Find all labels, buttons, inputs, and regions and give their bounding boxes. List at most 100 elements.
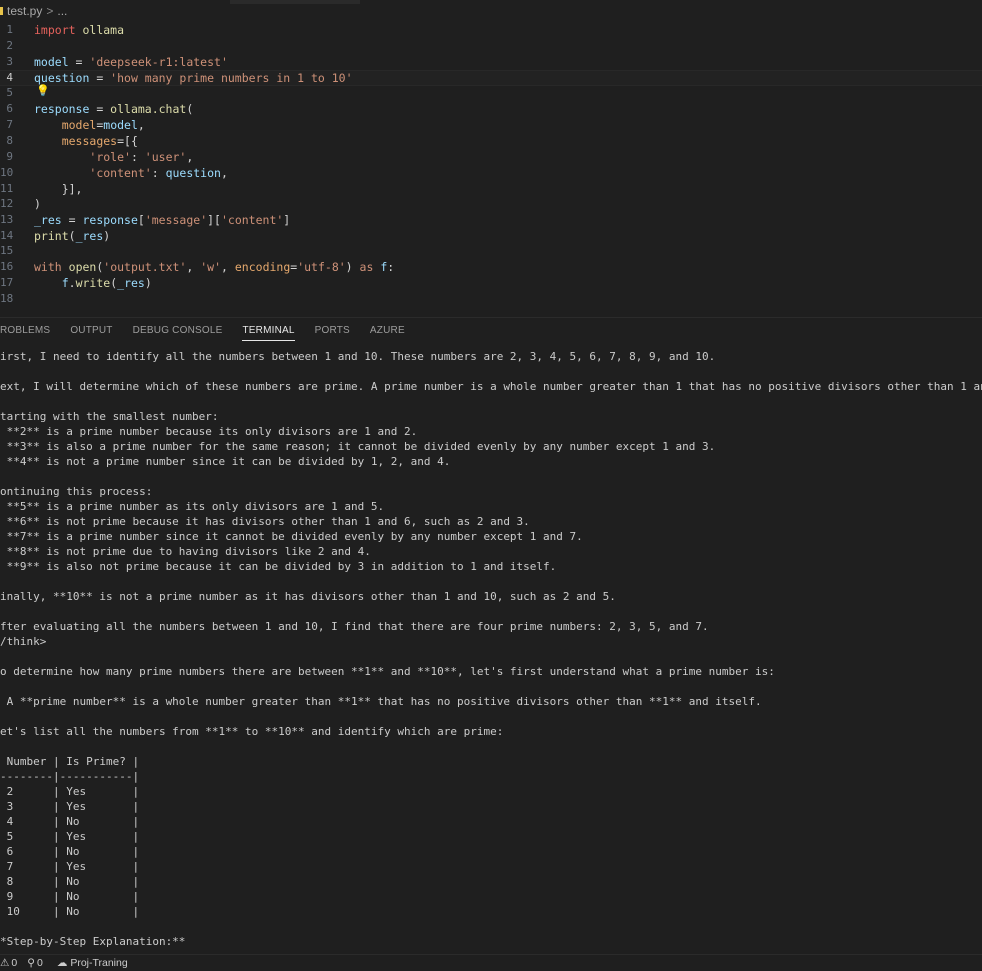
- terminal-line: **8** is not prime due to having divisor…: [0, 545, 371, 558]
- code-text: response = ollama.chat(: [34, 102, 194, 116]
- lightbulb-icon[interactable]: 💡: [36, 85, 50, 97]
- line-number: 3: [6, 55, 13, 68]
- line-number: 12: [0, 197, 14, 210]
- terminal-line: --------|-----------|: [0, 770, 140, 783]
- line-number: 10: [0, 166, 14, 179]
- code-line[interactable]: 3 model = 'deepseek-r1:latest': [0, 54, 982, 70]
- code-line[interactable]: 18: [0, 291, 982, 307]
- code-line[interactable]: 11 }],: [0, 181, 982, 197]
- terminal-line: /think>: [0, 635, 47, 648]
- terminal-line: 5 | Yes |: [0, 830, 140, 843]
- status-bar: ⚠ 0 ⚲ 0 ☁ Proj-Traning: [0, 954, 982, 971]
- terminal-line: *Step-by-Step Explanation:**: [0, 935, 186, 948]
- terminal-line: fter evaluating all the numbers between …: [0, 620, 709, 633]
- terminal-line: 4 | No |: [0, 815, 140, 828]
- line-number: 1: [6, 23, 13, 36]
- code-text: question = 'how many prime numbers in 1 …: [34, 71, 353, 85]
- breadcrumb-separator: >: [46, 4, 54, 18]
- code-line[interactable]: 13 _res = response['message']['content']: [0, 212, 982, 228]
- code-line[interactable]: 15: [0, 243, 982, 259]
- code-text: print(_res): [34, 229, 111, 243]
- warning-icon[interactable]: ⚠: [0, 957, 9, 969]
- terminal-line: A **prime number** is a whole number gre…: [0, 695, 762, 708]
- code-text: with open('output.txt', 'w', encoding='u…: [34, 260, 395, 274]
- line-number: 14: [0, 229, 14, 242]
- code-line[interactable]: 12): [0, 196, 982, 212]
- terminal-line: 10 | No |: [0, 905, 140, 918]
- line-number: 17: [0, 276, 14, 289]
- code-text: messages=[{: [61, 134, 138, 148]
- tab-ports[interactable]: PORTS: [315, 320, 350, 341]
- terminal-line: **7** is a prime number since it cannot …: [0, 530, 583, 543]
- code-editor[interactable]: 1 import ollama 2 3 model = 'deepseek-r1:lat…: [0, 22, 982, 310]
- terminal-line: **6** is not prime because it has diviso…: [0, 515, 530, 528]
- terminal-line: o determine how many prime numbers there…: [0, 665, 775, 678]
- terminal-line: tarting with the smallest number:: [0, 410, 219, 423]
- terminal-line: ext, I will determine which of these num…: [0, 380, 982, 393]
- terminal-line: 6 | No |: [0, 845, 140, 858]
- error-count[interactable]: 0: [11, 957, 17, 969]
- terminal-line: Number | Is Prime? |: [0, 755, 140, 768]
- code-line[interactable]: 8 messages=[{: [0, 133, 982, 149]
- terminal-line: 2 | Yes |: [0, 785, 140, 798]
- code-text: _res = response['message']['content']: [34, 213, 291, 227]
- breadcrumb-rest[interactable]: ...: [57, 4, 67, 18]
- tab-azure[interactable]: AZURE: [370, 320, 405, 341]
- ports-count[interactable]: 0: [37, 957, 43, 969]
- code-line[interactable]: 10 'content': question,: [0, 165, 982, 181]
- terminal-line: **3** is also a prime number for the sam…: [0, 440, 716, 453]
- terminal-line: 8 | No |: [0, 875, 140, 888]
- terminal-line: **4** is not a prime number since it can…: [0, 455, 451, 468]
- scroll-shadow: [230, 0, 360, 4]
- terminal-line: 3 | Yes |: [0, 800, 140, 813]
- code-text: }],: [61, 182, 83, 196]
- code-line[interactable]: 14 print(_res): [0, 228, 982, 244]
- code-text: import ollama: [34, 23, 125, 37]
- code-line[interactable]: 1 import ollama: [0, 22, 982, 38]
- terminal-output[interactable]: irst, I need to identify all the numbers…: [0, 349, 982, 952]
- code-text: 'role': 'user',: [89, 150, 194, 164]
- code-line[interactable]: 9 'role': 'user',: [0, 149, 982, 165]
- tab-debug-console[interactable]: DEBUG CONSOLE: [133, 320, 223, 341]
- panel-tabs: ROBLEMS OUTPUT DEBUG CONSOLE TERMINAL PORTS A…: [0, 317, 982, 342]
- terminal-line: **5** is a prime number as its only divi…: [0, 500, 385, 513]
- breadcrumb: test.py > ...: [0, 0, 982, 22]
- code-line[interactable]: 6 response = ollama.chat(: [0, 101, 982, 117]
- terminal-line: ontinuing this process:: [0, 485, 153, 498]
- terminal-line: **9** is also not prime because it can b…: [0, 560, 557, 573]
- terminal-line: inally, **10** is not a prime number as …: [0, 590, 616, 603]
- terminal-line: irst, I need to identify all the numbers…: [0, 350, 716, 363]
- code-line[interactable]: 7 model=model,: [0, 117, 982, 133]
- terminal-line: 7 | Yes |: [0, 860, 140, 873]
- code-text: model = 'deepseek-r1:latest': [34, 55, 228, 69]
- python-file-icon: [0, 7, 3, 15]
- line-number: 18: [0, 292, 14, 305]
- tab-output[interactable]: OUTPUT: [70, 320, 112, 341]
- line-number: 4: [6, 71, 13, 84]
- code-line[interactable]: 4 question = 'how many prime numbers in 1…: [0, 70, 982, 86]
- line-number: 16: [0, 260, 14, 273]
- terminal-line: et's list all the numbers from **1** to …: [0, 725, 504, 738]
- tab-terminal[interactable]: TERMINAL: [242, 320, 295, 341]
- code-text: model=model,: [61, 118, 145, 132]
- line-number: 5: [6, 86, 13, 99]
- remote-name[interactable]: Proj-Traning: [70, 957, 127, 969]
- line-number: 6: [6, 102, 13, 115]
- line-number: 9: [6, 150, 13, 163]
- breadcrumb-file[interactable]: test.py: [7, 4, 42, 18]
- tab-roblems[interactable]: ROBLEMS: [0, 320, 50, 341]
- line-number: 7: [6, 118, 13, 131]
- radio-tower-icon[interactable]: ⚲: [27, 957, 35, 969]
- code-text: f.write(_res): [61, 276, 152, 290]
- code-line[interactable]: 2: [0, 38, 982, 54]
- code-text: 'content': question,: [89, 166, 228, 180]
- line-number: 8: [6, 134, 13, 147]
- line-number: 2: [6, 39, 13, 52]
- cloud-icon[interactable]: ☁: [57, 957, 68, 969]
- terminal-line: 9 | No |: [0, 890, 140, 903]
- line-number: 11: [0, 182, 14, 195]
- code-line[interactable]: 17 f.write(_res): [0, 275, 982, 291]
- code-line[interactable]: 5: [0, 85, 982, 101]
- line-number: 13: [0, 213, 14, 226]
- code-line[interactable]: 16 with open('output.txt', 'w', encoding=…: [0, 259, 982, 275]
